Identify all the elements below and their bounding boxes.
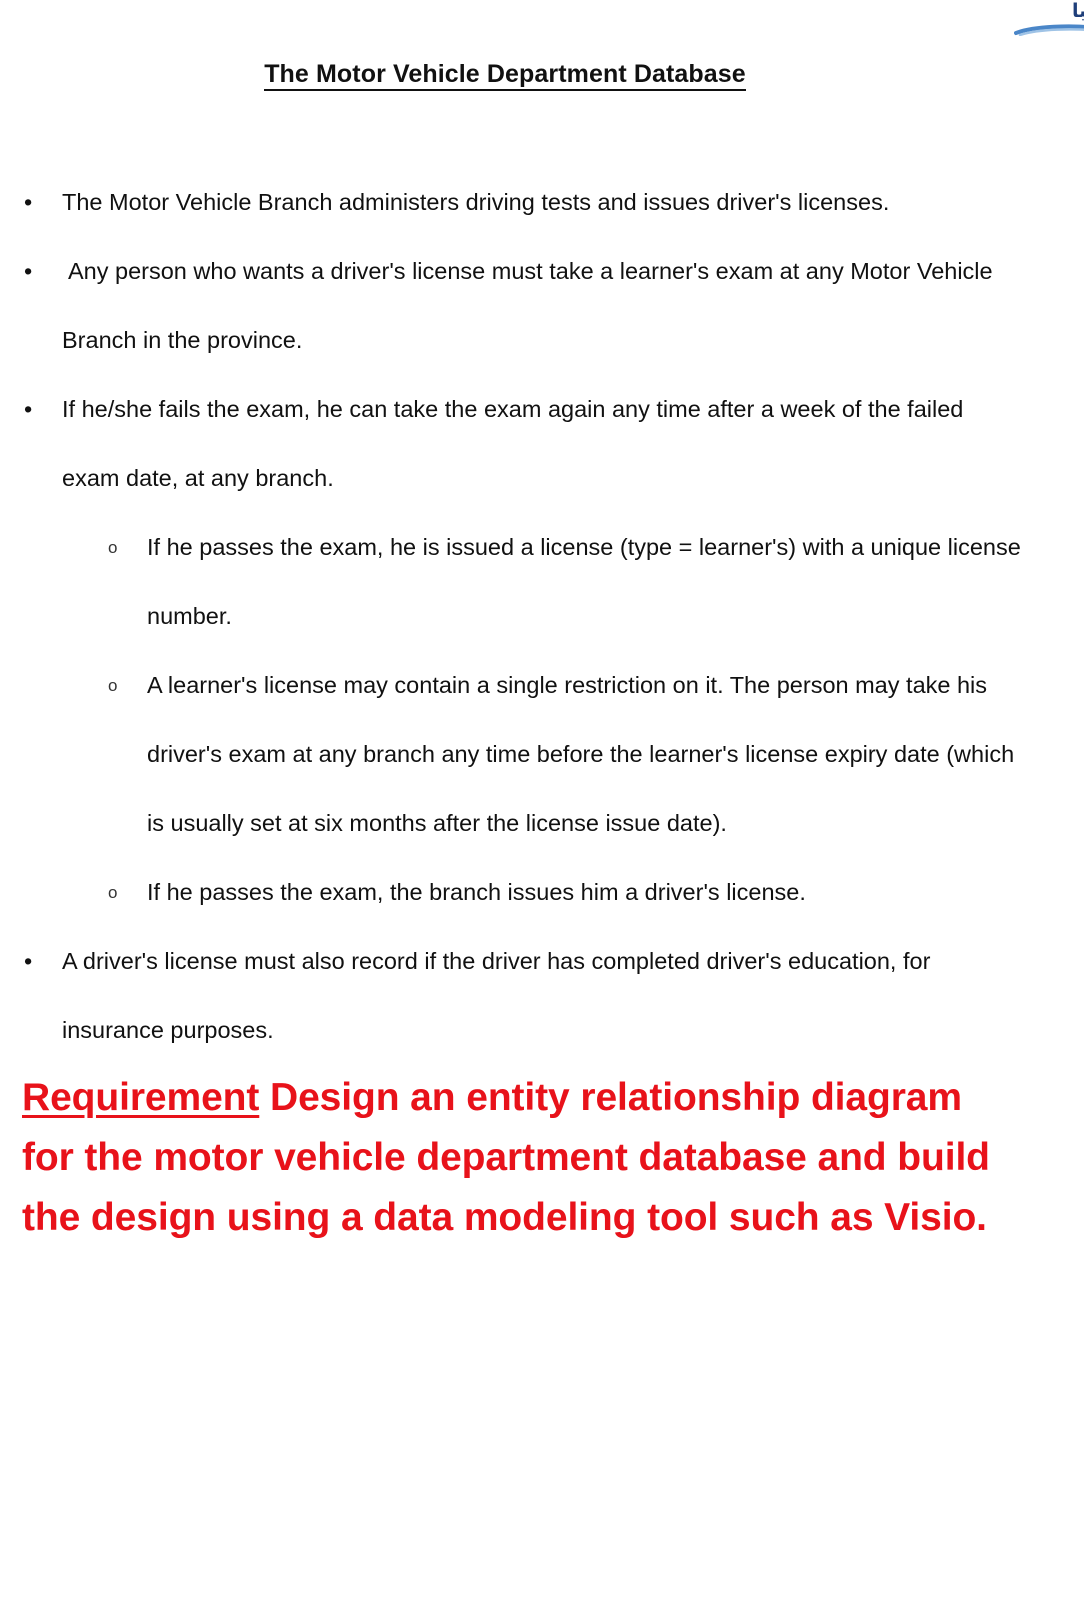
page-title-text: The Motor Vehicle Department Database xyxy=(264,60,746,91)
list-item: o If he passes the exam, the branch issu… xyxy=(0,858,1084,927)
list-item-text: Any person who wants a driver's license … xyxy=(62,258,993,353)
list-item: • Any person who wants a driver's licens… xyxy=(0,237,1084,375)
list-item: o A learner's license may contain a sing… xyxy=(0,651,1084,858)
list-item-text: The Motor Vehicle Branch administers dri… xyxy=(62,189,890,215)
bullet-marker-icon: • xyxy=(24,189,33,215)
bullet-marker-icon: • xyxy=(24,396,33,422)
list-item: • A driver's license must also record if… xyxy=(0,927,1084,1065)
bullet-list-level2: o If he passes the exam, he is issued a … xyxy=(0,513,1084,927)
requirement-paragraph: Requirement Design an entity relationshi… xyxy=(22,1068,1022,1248)
circle-bullet-marker-icon: o xyxy=(108,883,118,902)
list-item-text: A driver's license must also record if t… xyxy=(62,948,931,1043)
list-item-text: If he/she fails the exam, he can take th… xyxy=(62,396,964,491)
document-page: يبا The Motor Vehicle Department Databas… xyxy=(0,0,1084,1600)
list-item-text: A learner's license may contain a single… xyxy=(147,672,1015,836)
document-body: • The Motor Vehicle Branch administers d… xyxy=(0,168,1084,1065)
bullet-list-level1: • The Motor Vehicle Branch administers d… xyxy=(0,168,1084,1065)
watermark-logo: يبا xyxy=(994,0,1084,48)
list-item: o If he passes the exam, he is issued a … xyxy=(0,513,1084,651)
bullet-marker-icon: • xyxy=(24,948,33,974)
watermark-swoosh-icon xyxy=(1014,24,1084,36)
requirement-label: Requirement xyxy=(22,1076,260,1119)
list-item: • If he/she fails the exam, he can take … xyxy=(0,375,1084,513)
list-item-text: If he passes the exam, the branch issues… xyxy=(147,879,806,905)
list-item: • The Motor Vehicle Branch administers d… xyxy=(0,168,1084,237)
page-title: The Motor Vehicle Department Database xyxy=(0,60,1010,91)
circle-bullet-marker-icon: o xyxy=(108,676,118,695)
bullet-marker-icon: • xyxy=(24,258,33,284)
list-item-text: If he passes the exam, he is issued a li… xyxy=(147,534,1021,629)
watermark-arabic-text: يبا xyxy=(1071,0,1084,22)
sublist-container: o If he passes the exam, he is issued a … xyxy=(0,513,1084,927)
circle-bullet-marker-icon: o xyxy=(108,538,118,557)
